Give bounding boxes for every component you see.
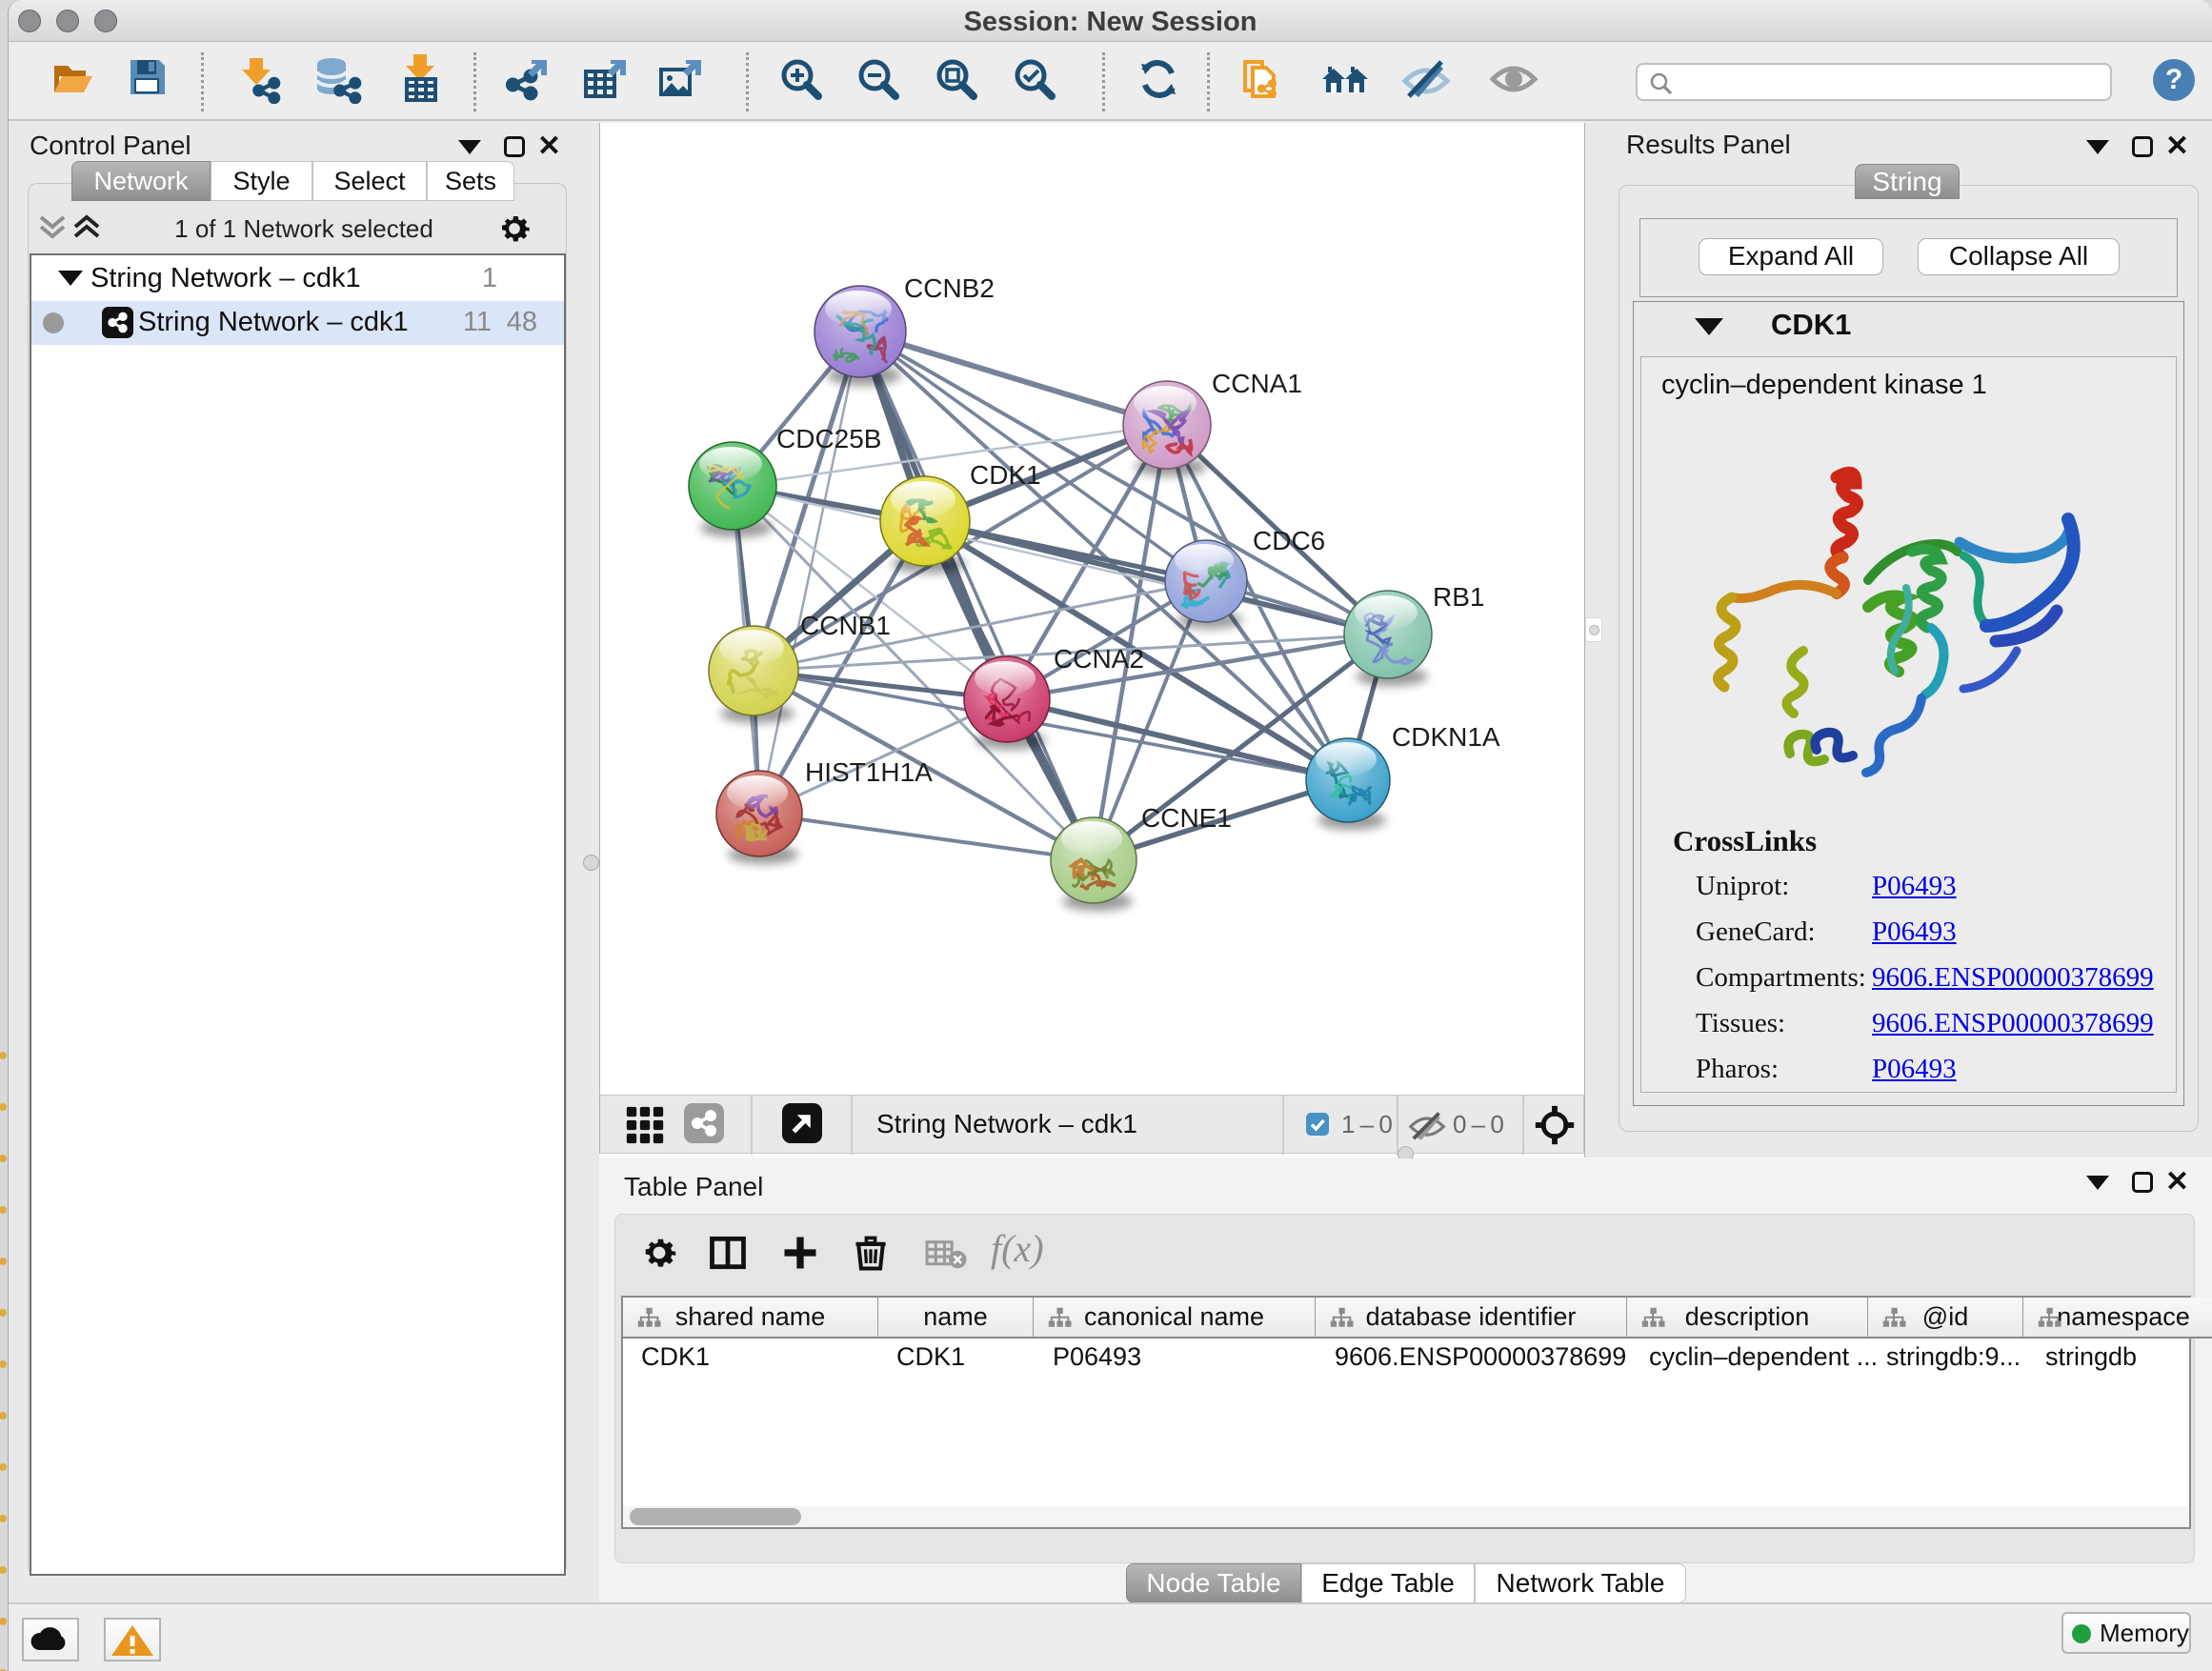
svg-text:CDKN1A: CDKN1A	[1392, 722, 1500, 752]
svg-text:RB1: RB1	[1433, 582, 1484, 612]
svg-text:CCNA2: CCNA2	[1054, 644, 1144, 674]
svg-text:HIST1H1A: HIST1H1A	[805, 757, 933, 787]
svg-text:CDC6: CDC6	[1253, 526, 1325, 555]
svg-text:CDC25B: CDC25B	[776, 424, 881, 453]
svg-text:CCNB1: CCNB1	[800, 611, 891, 640]
svg-text:CCNB2: CCNB2	[904, 273, 995, 303]
svg-text:CCNA1: CCNA1	[1212, 369, 1302, 398]
svg-text:CCNE1: CCNE1	[1141, 803, 1232, 833]
svg-text:CDK1: CDK1	[970, 460, 1041, 490]
